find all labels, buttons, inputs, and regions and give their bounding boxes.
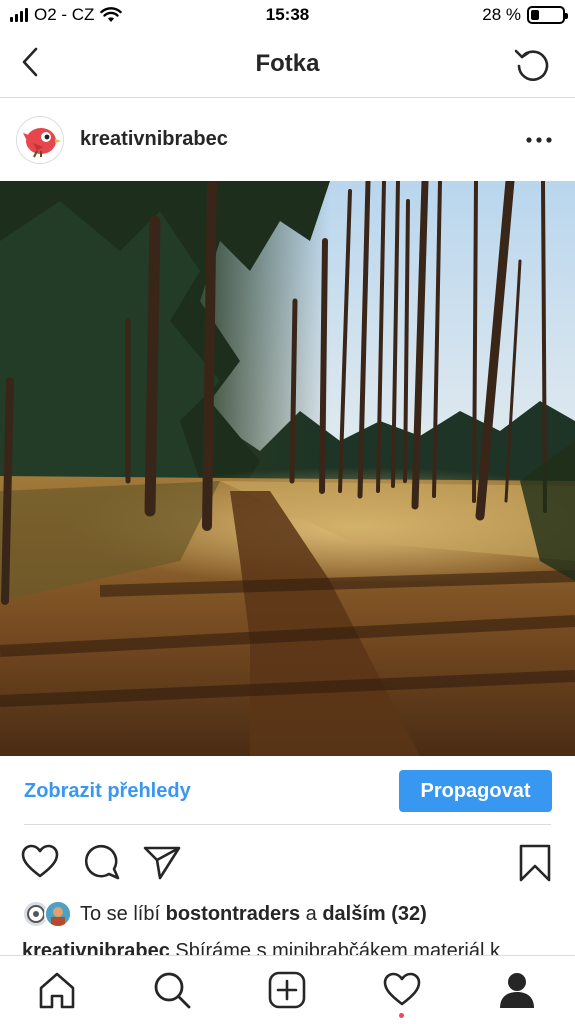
likes-user[interactable]: bostontraders <box>166 903 300 926</box>
save-button[interactable] <box>515 842 555 882</box>
heart-icon <box>21 844 59 878</box>
tab-activity[interactable] <box>382 970 422 1010</box>
likes-others[interactable]: dalším (32) <box>322 903 426 926</box>
post-header: kreativnibrabec <box>0 98 575 180</box>
more-options-button[interactable] <box>523 128 555 152</box>
like-button[interactable] <box>20 842 60 882</box>
search-icon <box>154 972 191 1009</box>
status-right: 28 % <box>482 5 568 25</box>
post-actions <box>0 838 575 886</box>
profile-icon <box>500 973 534 1008</box>
status-bar: O2 - CZ 15:38 28 % <box>0 0 575 32</box>
liker-avatars <box>22 900 74 928</box>
battery-icon <box>527 6 568 24</box>
bookmark-icon <box>519 844 551 882</box>
likes-summary[interactable]: To se líbí bostontraders a dalším (32) <box>22 899 427 929</box>
tab-home[interactable] <box>37 970 77 1010</box>
refresh-button[interactable] <box>513 44 553 84</box>
likes-prefix: To se líbí <box>80 902 161 925</box>
more-horizontal-icon <box>526 137 552 143</box>
post-photo[interactable] <box>0 181 575 756</box>
tab-new-post[interactable] <box>267 970 307 1010</box>
liker-avatar <box>44 900 72 928</box>
comment-icon <box>84 844 120 880</box>
share-button[interactable] <box>142 842 182 882</box>
home-icon <box>39 972 75 1009</box>
notification-dot <box>399 1013 404 1018</box>
user-avatar[interactable] <box>16 116 64 164</box>
tab-search[interactable] <box>152 970 192 1010</box>
page-title: Fotka <box>255 50 320 77</box>
divider <box>24 824 551 825</box>
battery-percent: 28 % <box>482 5 521 24</box>
tab-profile[interactable] <box>497 970 537 1010</box>
nav-bar: Fotka <box>0 32 575 98</box>
likes-conjunction: a <box>305 902 317 925</box>
activity-heart-icon <box>383 972 421 1006</box>
promote-button[interactable]: Propagovat <box>399 770 552 812</box>
comment-button[interactable] <box>81 842 121 882</box>
refresh-icon <box>514 49 549 81</box>
add-post-icon <box>268 971 306 1009</box>
red-bird-avatar-icon <box>17 117 63 163</box>
insights-bar: Zobrazit přehledy Propagovat <box>0 757 575 825</box>
send-icon <box>143 846 181 880</box>
view-insights-link[interactable]: Zobrazit přehledy <box>24 780 191 803</box>
forest-path-photo <box>0 181 575 756</box>
bottom-tab-bar <box>0 955 575 1024</box>
battery-fill <box>531 10 540 20</box>
post-username[interactable]: kreativnibrabec <box>80 128 228 151</box>
